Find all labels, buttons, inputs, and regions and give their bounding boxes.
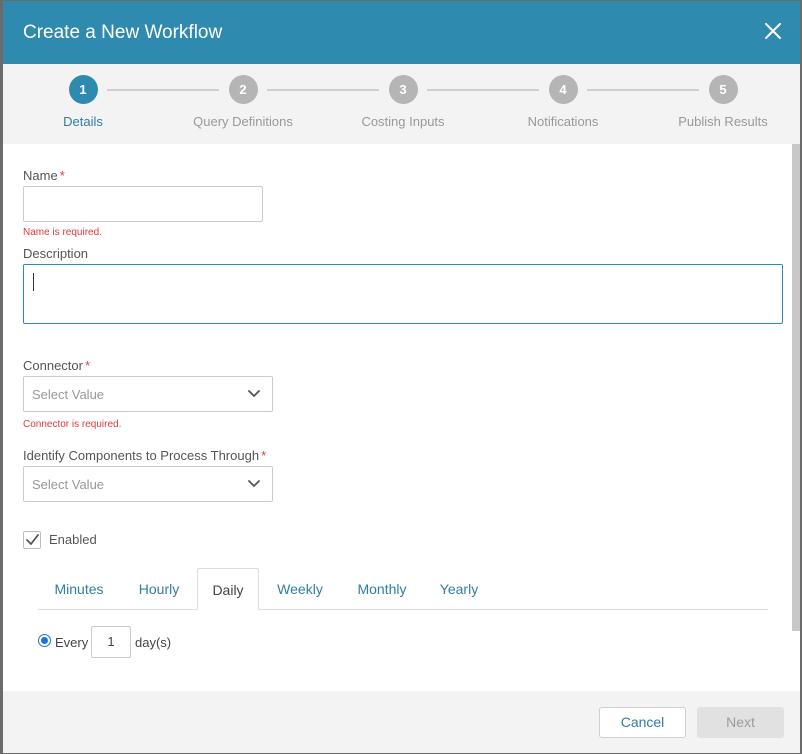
text-caret	[33, 273, 34, 291]
tab-yearly[interactable]: Yearly	[423, 568, 495, 610]
close-icon	[765, 23, 781, 39]
wizard-stepper: 1 Details 2 Query Definitions 3 Costing …	[3, 64, 800, 144]
unit-label: day(s)	[135, 635, 172, 650]
dialog-footer: Cancel Next	[3, 691, 800, 753]
close-button[interactable]	[763, 21, 783, 41]
connector-select[interactable]: Select Value	[23, 376, 273, 412]
step-number: 3	[388, 75, 418, 104]
every-radio[interactable]	[38, 634, 51, 647]
tab-minutes[interactable]: Minutes	[38, 568, 120, 610]
tab-weekly[interactable]: Weekly	[259, 568, 341, 610]
step-label: Publish Results	[678, 114, 768, 129]
connector-placeholder: Select Value	[32, 387, 105, 402]
required-marker: *	[261, 448, 267, 463]
chevron-down-icon	[248, 480, 260, 488]
connector-label-text: Connector	[23, 358, 83, 373]
step-publish-results[interactable]: 5 Publish Results	[653, 75, 793, 129]
step-notifications[interactable]: 4 Notifications	[493, 75, 633, 129]
step-details[interactable]: 1 Details	[13, 75, 153, 129]
dialog-title: Create a New Workflow	[23, 22, 223, 43]
connector-error: Connector is required.	[23, 419, 122, 430]
vertical-scrollbar[interactable]	[792, 144, 800, 631]
components-label: Identify Components to Process Through *	[23, 448, 266, 463]
step-number: 4	[548, 75, 578, 104]
schedule-tabs: Minutes Hourly Daily Weekly Monthly Year…	[38, 568, 768, 610]
tab-hourly[interactable]: Hourly	[120, 568, 198, 610]
description-label: Description	[23, 246, 89, 261]
cancel-button[interactable]: Cancel	[599, 707, 686, 738]
next-button[interactable]: Next	[697, 707, 784, 738]
step-label: Notifications	[527, 114, 599, 129]
components-label-text: Identify Components to Process Through	[23, 448, 260, 463]
enabled-checkbox[interactable]	[23, 531, 41, 549]
step-label: Query Definitions	[193, 114, 293, 129]
components-placeholder: Select Value	[32, 477, 105, 492]
step-label: Details	[63, 114, 103, 129]
tab-daily[interactable]: Daily	[197, 568, 259, 610]
create-workflow-dialog: Create a New Workflow 1 Details 2 Query …	[3, 1, 800, 753]
chevron-down-icon	[248, 390, 260, 398]
step-number: 1	[68, 75, 98, 104]
components-select[interactable]: Select Value	[23, 466, 273, 502]
required-marker: *	[84, 358, 91, 373]
connector-label: Connector *	[23, 358, 90, 373]
step-query-definitions[interactable]: 2 Query Definitions	[173, 75, 313, 129]
every-value-input[interactable]: 1	[91, 626, 131, 658]
dialog-header: Create a New Workflow	[3, 1, 800, 64]
enabled-label: Enabled	[49, 532, 97, 547]
name-label: Name *	[23, 168, 65, 183]
step-label: Costing Inputs	[361, 114, 445, 129]
every-label: Every	[55, 635, 89, 650]
description-textarea[interactable]	[23, 264, 783, 324]
step-number: 2	[228, 75, 258, 104]
name-error: Name is required.	[23, 227, 102, 238]
check-icon	[26, 534, 39, 545]
step-number: 5	[708, 75, 738, 104]
required-marker: *	[59, 168, 65, 183]
form-content: Name * Name is required. Description Conn…	[3, 144, 800, 691]
step-costing-inputs[interactable]: 3 Costing Inputs	[333, 75, 473, 129]
name-input[interactable]	[23, 186, 263, 222]
name-label-text: Name	[23, 168, 58, 183]
tab-monthly[interactable]: Monthly	[341, 568, 423, 610]
